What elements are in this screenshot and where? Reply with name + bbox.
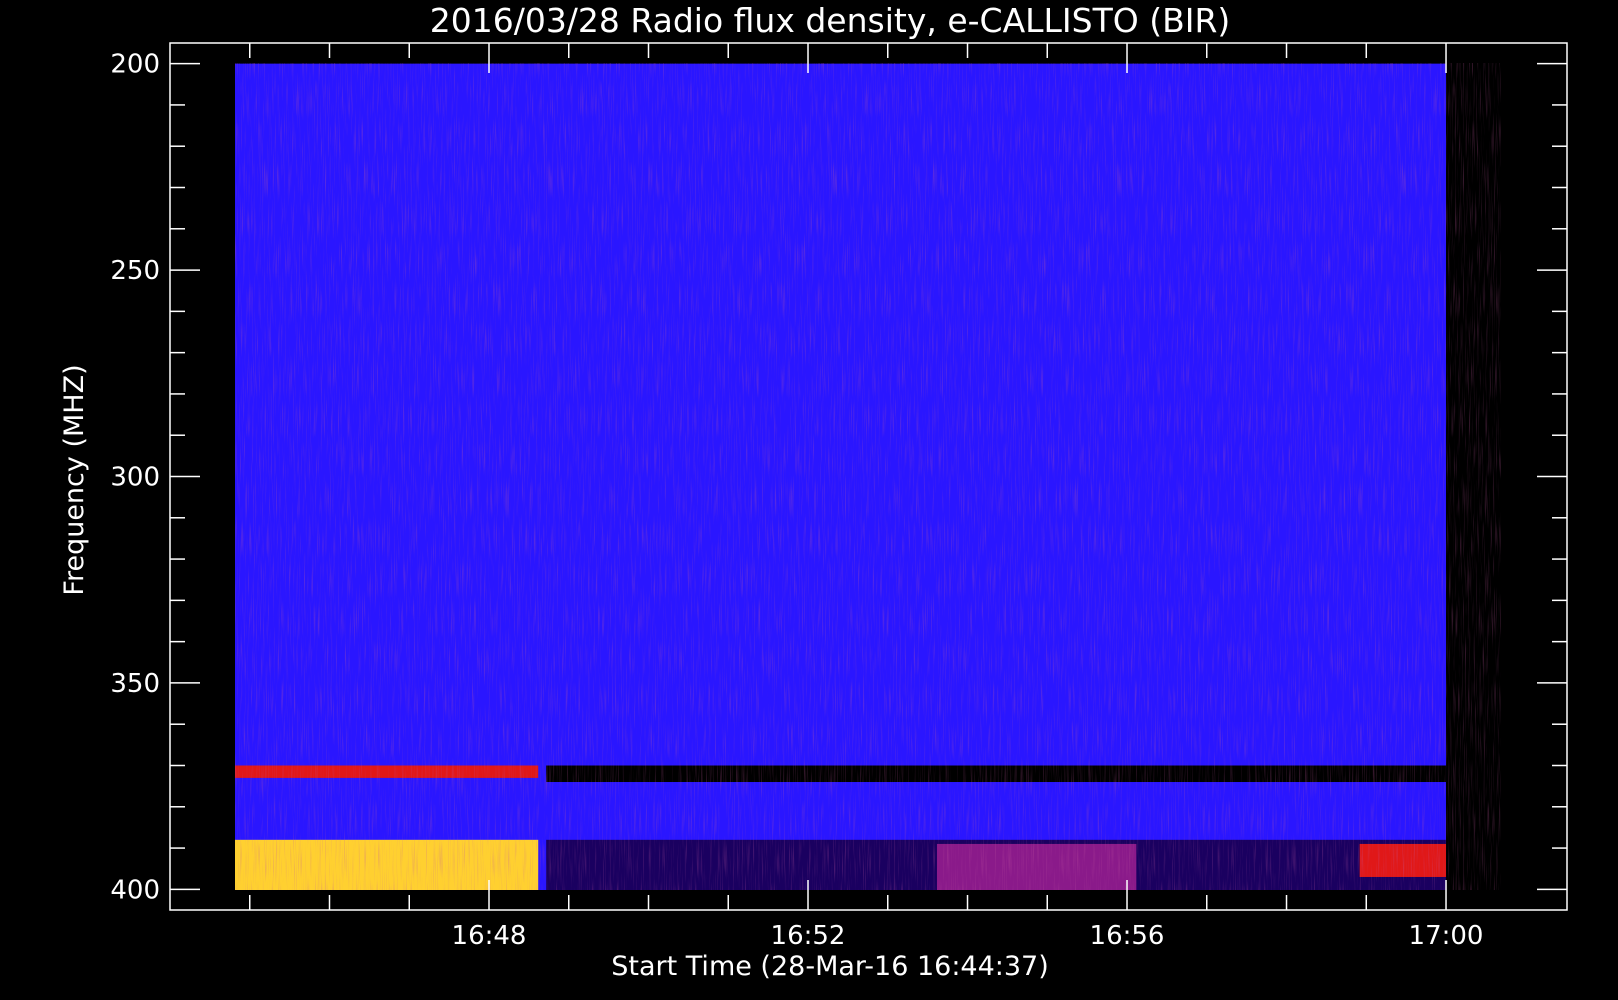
x-tick-label-0: 16:48 xyxy=(452,921,527,951)
x-tick-label-2: 16:56 xyxy=(1090,921,1165,951)
chart-title: 2016/03/28 Radio flux density, e-CALLIST… xyxy=(430,1,1231,40)
x-axis-label: Start Time (28-Mar-16 16:44:37) xyxy=(611,951,1049,982)
spectrogram-figure: 200 250 300 350 400 16:48 16:52 16:56 17:00 2016… xyxy=(0,0,1618,1000)
y-axis-label: Frequency (MHZ) xyxy=(59,364,90,595)
spectrogram-chart: 200 250 300 350 400 16:48 16:52 16:56 17:00 2016… xyxy=(0,0,1618,1000)
x-tick-label-3: 17:00 xyxy=(1409,921,1484,951)
y-tick-label-1: 250 xyxy=(110,256,160,286)
y-tick-label-3: 350 xyxy=(110,669,160,699)
y-tick-label-2: 300 xyxy=(110,463,160,493)
y-tick-label-4: 400 xyxy=(110,875,160,905)
y-tick-label-0: 200 xyxy=(110,50,160,80)
spectrogram-noise xyxy=(235,63,1501,890)
x-tick-label-1: 16:52 xyxy=(771,921,846,951)
